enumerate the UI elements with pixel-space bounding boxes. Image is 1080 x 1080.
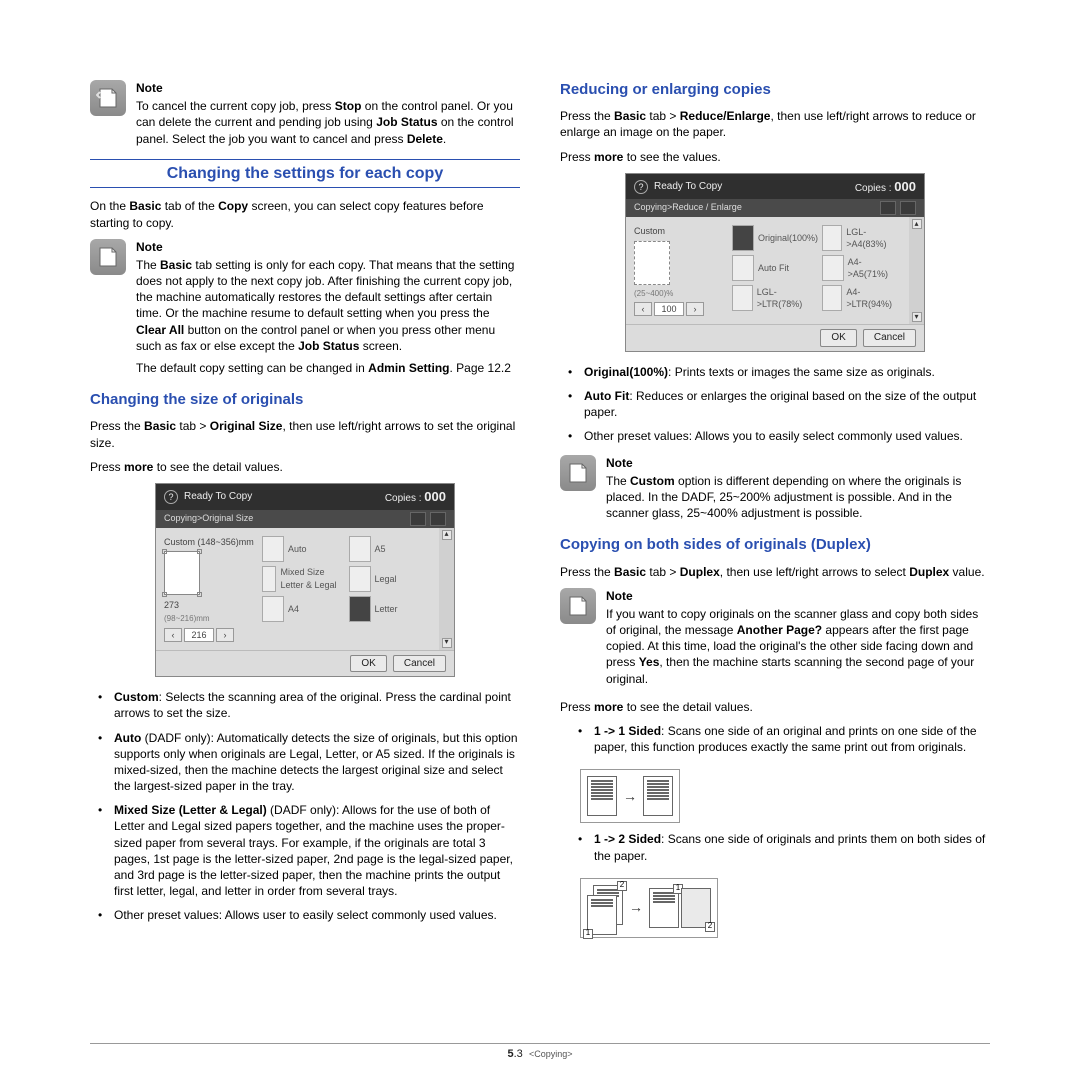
note-body: The Custom option is different depending…	[606, 473, 990, 522]
cancel-button: Cancel	[393, 655, 446, 673]
page-footer: 5.3 <Copying>	[90, 1043, 990, 1062]
left-column: Note To cancel the current copy job, pre…	[90, 80, 520, 946]
bullet-list: 1 -> 1 Sided: Scans one side of an origi…	[560, 723, 990, 755]
paragraph: Press more to see the detail values.	[560, 699, 990, 715]
note-icon	[560, 455, 596, 491]
diagram-1to1: →	[580, 769, 680, 823]
breadcrumb: Copying>Original Size	[164, 512, 253, 526]
right-column: Reducing or enlarging copies Press the B…	[560, 80, 990, 946]
shot-title: Ready To Copy	[654, 180, 722, 194]
stepper-right-icon: ›	[216, 628, 234, 642]
scroll-down-icon: ▾	[442, 638, 452, 648]
ok-button: OK	[820, 329, 856, 347]
scroll-up-icon: ▴	[442, 530, 452, 540]
arrow-icon: →	[629, 898, 643, 917]
note-custom-option: Note The Custom option is different depe…	[560, 455, 990, 522]
screenshot-reduce-enlarge: ? Ready To Copy Copies : 000 Copying>Red…	[625, 173, 925, 352]
paragraph: Press the Basic tab > Duplex, then use l…	[560, 564, 990, 580]
paragraph: Press the Basic tab > Original Size, the…	[90, 418, 520, 450]
note-cancel-job: Note To cancel the current copy job, pre…	[90, 80, 520, 147]
note-title: Note	[136, 239, 520, 255]
percent-stepper: ‹ 100 ›	[634, 302, 724, 316]
breadcrumb: Copying>Reduce / Enlarge	[634, 201, 742, 215]
toolbar-icon	[410, 512, 426, 526]
help-icon: ?	[634, 180, 648, 194]
toolbar-icon	[430, 512, 446, 526]
paragraph: Press more to see the values.	[560, 149, 990, 165]
screenshot-original-size: ? Ready To Copy Copies : 000 Copying>Ori…	[155, 483, 455, 677]
bullet-list: Original(100%): Prints texts or images t…	[560, 364, 990, 445]
shot-title: Ready To Copy	[184, 490, 252, 504]
preview-box	[634, 241, 670, 285]
stepper-right-icon: ›	[686, 302, 704, 316]
scrollbar: ▴ ▾	[439, 528, 454, 650]
note-body: If you want to copy originals on the sca…	[606, 606, 990, 687]
note-title: Note	[606, 588, 990, 604]
note-title: Note	[606, 455, 990, 471]
section-heading-settings: Changing the settings for each copy	[90, 159, 520, 189]
note-icon	[90, 80, 126, 116]
bullet-list: 1 -> 2 Sided: Scans one side of original…	[560, 831, 990, 863]
paragraph: Press the Basic tab > Reduce/Enlarge, th…	[560, 108, 990, 140]
note-another-page: Note If you want to copy originals on th…	[560, 588, 990, 687]
subheading-reduce-enlarge: Reducing or enlarging copies	[560, 80, 990, 100]
ok-button: OK	[350, 655, 386, 673]
toolbar-icon	[900, 201, 916, 215]
intro-paragraph: On the Basic tab of the Copy screen, you…	[90, 198, 520, 230]
scroll-up-icon: ▴	[912, 219, 922, 229]
note-body-2: The default copy setting can be changed …	[136, 360, 520, 376]
cancel-button: Cancel	[863, 329, 916, 347]
note-icon	[560, 588, 596, 624]
preview-box	[164, 551, 200, 595]
note-basic-tab: Note The Basic tab setting is only for e…	[90, 239, 520, 377]
paragraph: Press more to see the detail values.	[90, 459, 520, 475]
note-body: The Basic tab setting is only for each c…	[136, 257, 520, 354]
note-body: To cancel the current copy job, press St…	[136, 98, 520, 147]
note-icon	[90, 239, 126, 275]
help-icon: ?	[164, 490, 178, 504]
arrow-icon: →	[623, 787, 637, 806]
toolbar-icon	[880, 201, 896, 215]
stepper-left-icon: ‹	[634, 302, 652, 316]
stepper-left-icon: ‹	[164, 628, 182, 642]
note-title: Note	[136, 80, 520, 96]
subheading-size-originals: Changing the size of originals	[90, 390, 520, 410]
bullet-list: Custom: Selects the scanning area of the…	[90, 689, 520, 923]
scrollbar: ▴ ▾	[909, 217, 924, 324]
diagram-1to2: 2 1 → 1 2	[580, 878, 718, 938]
width-stepper: ‹ 216 ›	[164, 628, 254, 642]
scroll-down-icon: ▾	[912, 312, 922, 322]
subheading-duplex: Copying on both sides of originals (Dupl…	[560, 535, 990, 555]
